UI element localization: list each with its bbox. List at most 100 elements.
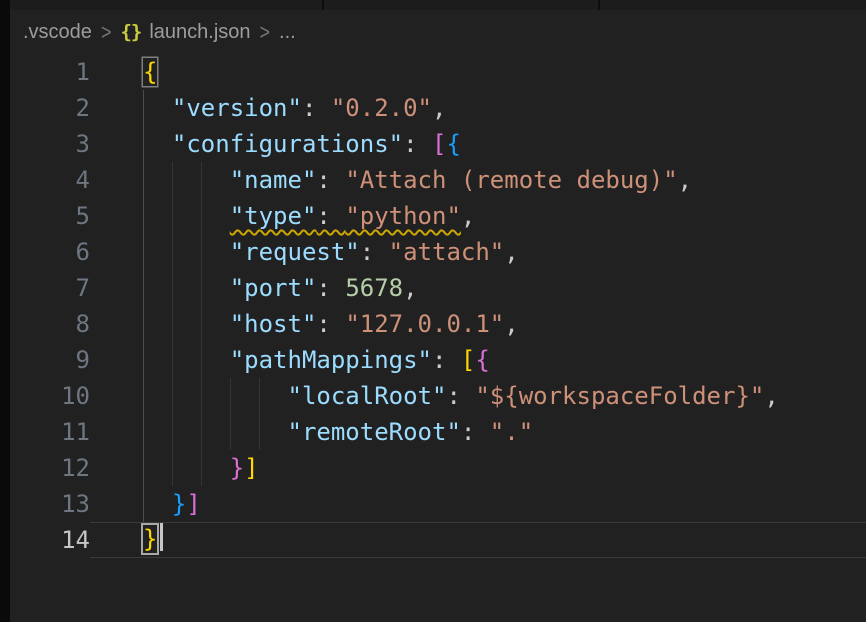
line-content[interactable]: "request": "attach", [90, 234, 866, 270]
line-content[interactable]: }] [90, 486, 866, 522]
line-content[interactable]: "name": "Attach (remote debug)", [90, 162, 866, 198]
token-pun: : [461, 418, 490, 446]
line-number[interactable]: 11 [10, 414, 90, 450]
token-num: 5678 [345, 274, 403, 302]
line-number[interactable]: 13 [10, 486, 90, 522]
code-line-12: 12 }] [10, 450, 866, 486]
code-text: "version": "0.2.0", [143, 94, 446, 122]
code-text: "remoteRoot": "." [143, 418, 533, 446]
line-content[interactable]: "type": "python", [90, 198, 866, 234]
code-text: "localRoot": "${workspaceFolder}", [143, 382, 779, 410]
line-content[interactable]: "port": 5678, [90, 270, 866, 306]
token-pun: : [360, 238, 389, 266]
vscode-window: { "breadcrumb": { "folder": ".vscode", "… [0, 0, 866, 622]
token-pun: : [316, 202, 345, 230]
token-str: "0.2.0" [331, 94, 432, 122]
token-str: "python" [345, 202, 461, 230]
token-key: "request" [230, 238, 360, 266]
token-key: "localRoot" [288, 382, 447, 410]
token-str: "Attach (remote debug)" [345, 166, 677, 194]
token-b2: } [230, 454, 244, 482]
token-key: "type" [230, 202, 317, 230]
line-content[interactable]: "version": "0.2.0", [90, 90, 866, 126]
token-pun: : [316, 310, 345, 338]
tab-divider [322, 0, 324, 10]
token-str: "." [490, 418, 533, 446]
bracket-match-box: } [143, 525, 157, 553]
code-text: }] [143, 454, 259, 482]
code-area: 1{2 "version": "0.2.0",3 "configurations… [10, 54, 866, 558]
code-line-6: 6 "request": "attach", [10, 234, 866, 270]
token-b3: } [172, 490, 186, 518]
line-content[interactable]: "host": "127.0.0.1", [90, 306, 866, 342]
token-pun: , [504, 310, 518, 338]
line-number[interactable]: 6 [10, 234, 90, 270]
token-pun: , [432, 94, 446, 122]
breadcrumb-file[interactable]: launch.json [149, 21, 250, 44]
line-number[interactable]: 12 [10, 450, 90, 486]
token-key: "pathMappings" [230, 346, 432, 374]
line-content[interactable]: "remoteRoot": "." [90, 414, 866, 450]
token-pun: : [316, 274, 345, 302]
editor-pane: .vscode > {} launch.json > ... 1{2 "vers… [10, 10, 866, 622]
token-str: "${workspaceFolder}" [475, 382, 764, 410]
token-b2: { [475, 346, 489, 374]
tab-divider [598, 0, 600, 10]
code-line-5: 5 "type": "python", [10, 198, 866, 234]
token-pun: , [461, 202, 475, 230]
code-line-10: 10 "localRoot": "${workspaceFolder}", [10, 378, 866, 414]
code-text: "configurations": [{ [143, 130, 461, 158]
breadcrumb: .vscode > {} launch.json > ... [10, 10, 866, 54]
token-pun: : [302, 94, 331, 122]
line-content[interactable]: "localRoot": "${workspaceFolder}", [90, 378, 866, 414]
token-b1: [ [461, 346, 475, 374]
code-text: } [143, 525, 163, 553]
line-number[interactable]: 8 [10, 306, 90, 342]
line-content[interactable]: "configurations": [{ [90, 126, 866, 162]
line-content[interactable]: } [90, 522, 866, 558]
line-number[interactable]: 9 [10, 342, 90, 378]
token-key: "host" [230, 310, 317, 338]
code-line-11: 11 "remoteRoot": "." [10, 414, 866, 450]
warning-squiggle: "type": "python" [230, 202, 461, 230]
code-line-8: 8 "host": "127.0.0.1", [10, 306, 866, 342]
token-pun: : [403, 130, 432, 158]
code-text: { [143, 58, 157, 86]
code-line-2: 2 "version": "0.2.0", [10, 90, 866, 126]
token-pun: , [678, 166, 692, 194]
code-text: "port": 5678, [143, 274, 418, 302]
token-b1: ] [244, 454, 258, 482]
token-str: "127.0.0.1" [345, 310, 504, 338]
token-pun: : [316, 166, 345, 194]
line-number[interactable]: 1 [10, 54, 90, 90]
text-cursor [160, 523, 163, 551]
tab-bar-sliver [10, 0, 866, 10]
line-number[interactable]: 4 [10, 162, 90, 198]
bracket-match-box: { [143, 58, 157, 86]
code-text: "pathMappings": [{ [143, 346, 490, 374]
breadcrumb-symbol-ellipsis[interactable]: ... [279, 21, 296, 44]
code-line-1: 1{ [10, 54, 866, 90]
line-number[interactable]: 14 [10, 522, 90, 558]
token-key: "name" [230, 166, 317, 194]
token-pun: : [432, 346, 461, 374]
window-left-edge [0, 0, 10, 622]
line-number[interactable]: 5 [10, 198, 90, 234]
code-text: "type": "python", [143, 202, 475, 230]
line-number[interactable]: 2 [10, 90, 90, 126]
line-content[interactable]: "pathMappings": [{ [90, 342, 866, 378]
line-content[interactable]: { [90, 54, 866, 90]
token-pun: , [764, 382, 778, 410]
line-number[interactable]: 10 [10, 378, 90, 414]
code-line-7: 7 "port": 5678, [10, 270, 866, 306]
token-key: "configurations" [172, 130, 403, 158]
chevron-right-icon: > [260, 19, 271, 45]
token-b2: [ [432, 130, 446, 158]
breadcrumb-folder[interactable]: .vscode [23, 21, 92, 44]
line-number[interactable]: 3 [10, 126, 90, 162]
line-number[interactable]: 7 [10, 270, 90, 306]
code-line-14: 14} [10, 522, 866, 558]
code-line-3: 3 "configurations": [{ [10, 126, 866, 162]
code-line-13: 13 }] [10, 486, 866, 522]
line-content[interactable]: }] [90, 450, 866, 486]
